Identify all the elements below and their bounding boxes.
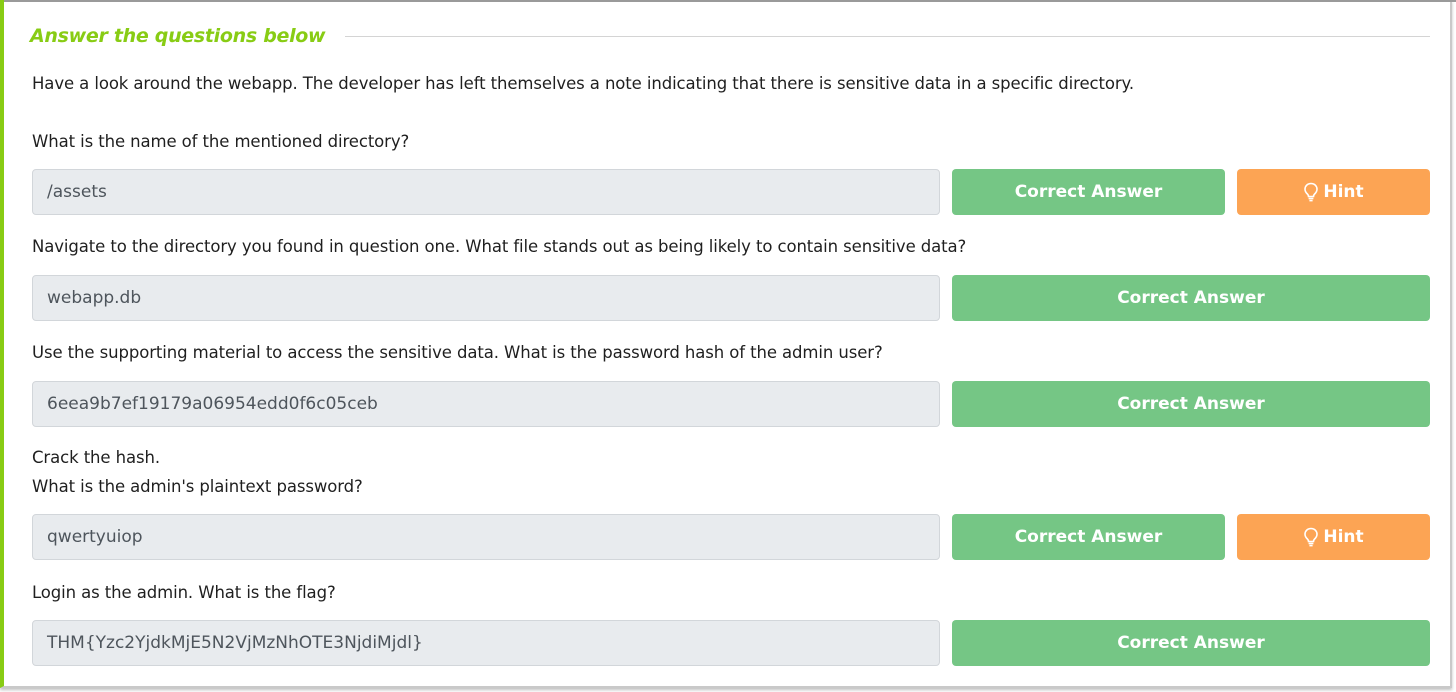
section-header: Answer the questions below [30,20,1430,52]
question-5-answer-field[interactable]: THM{Yzc2YjdkMjE5N2VjMzNhOTE3NjdiMjdl} [32,620,940,666]
question-2-correct-answer-button[interactable]: Correct Answer [952,275,1430,321]
question-5-text: Login as the admin. What is the flag? [32,583,336,602]
task-panel: Answer the questions below Have a look a… [0,0,1456,688]
header-divider [345,35,1430,37]
panel-top-border [4,0,1456,2]
question-4-answer-field[interactable]: qwertyuiop [32,514,940,560]
question-4-correct-answer-button[interactable]: Correct Answer [952,514,1225,560]
question-4-text-line-2: What is the admin's plaintext password? [32,477,363,496]
section-title: Answer the questions below [30,25,326,47]
question-3-text: Use the supporting material to access th… [32,343,883,362]
question-5-correct-answer-button[interactable]: Correct Answer [952,620,1430,666]
lightbulb-icon [1304,527,1319,547]
question-1-text: What is the name of the mentioned direct… [32,132,410,151]
question-1-hint-button[interactable]: Hint [1237,169,1430,215]
question-3-answer-field[interactable]: 6eea9b7ef19179a06954edd0f6c05ceb [32,381,940,427]
question-1-hint-label: Hint [1323,182,1364,202]
lightbulb-icon [1304,182,1319,202]
question-2-text: Navigate to the directory you found in q… [32,237,967,256]
question-2-answer-field[interactable]: webapp.db [32,275,940,321]
question-4-hint-label: Hint [1323,527,1364,547]
question-1-answer-field[interactable]: /assets [32,169,940,215]
question-3-correct-answer-button[interactable]: Correct Answer [952,381,1430,427]
question-4-hint-button[interactable]: Hint [1237,514,1430,560]
intro-text: Have a look around the webapp. The devel… [32,74,1134,93]
question-1-correct-answer-button[interactable]: Correct Answer [952,169,1225,215]
question-4-text-line-1: Crack the hash. [32,448,160,467]
